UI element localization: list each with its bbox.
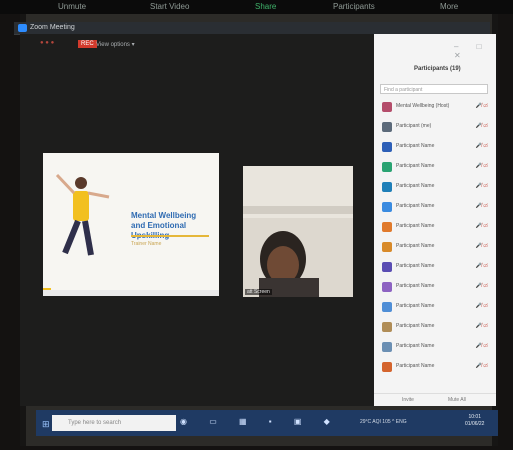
recording-badge[interactable]: REC	[78, 40, 97, 48]
top-label-4: Participants	[333, 2, 375, 11]
participant-mute-icon[interactable]: 🎤̸ ▭̸	[476, 363, 488, 369]
participant-avatar	[382, 362, 392, 372]
participant-name: Participant Name	[396, 283, 435, 289]
participant-name-label: att Screen	[245, 289, 272, 295]
participant-avatar	[382, 162, 392, 172]
participant-name: Participant (me)	[396, 123, 432, 129]
participant-row[interactable]: Participant Name 🎤̸ ▭̸	[380, 260, 490, 275]
participant-name: Participant Name	[396, 263, 435, 269]
participant-mute-icon[interactable]: 🎤̸ ▭̸	[476, 103, 488, 109]
top-label-5: More	[440, 2, 459, 11]
system-tray[interactable]: 29°C AQI 105 ^ ENG	[360, 419, 407, 425]
taskbar-clock: 10:01 01/06/22	[465, 414, 484, 428]
participants-title: Participants (19)	[414, 66, 461, 72]
slide-footer-bar	[43, 290, 219, 296]
participant-avatar	[382, 322, 392, 332]
participant-video-tile[interactable]: att Screen	[243, 166, 353, 297]
participant-name: Participant Name	[396, 243, 435, 249]
participant-mute-icon[interactable]: 🎤̸ ▭̸	[476, 323, 488, 329]
top-status-strip: Unmute Start Video Share Participants Mo…	[0, 0, 513, 14]
participant-row[interactable]: Participant Name 🎤̸ ▭̸	[380, 280, 490, 295]
taskbar-search-input[interactable]: Type here to search	[52, 415, 176, 431]
slide-subtitle: Trainer Name	[131, 241, 162, 247]
participant-row[interactable]: Participant (me) 🎤̸ ▭̸	[380, 120, 490, 135]
participant-mute-icon[interactable]: 🎤̸ ▭̸	[476, 343, 488, 349]
participant-row[interactable]: Participant Name 🎤̸ ▭̸	[380, 160, 490, 175]
participant-avatar	[382, 222, 392, 232]
taskbar-app-icons[interactable]: ◉ ▭ ▦ ▪ ▣ ◆	[180, 417, 340, 426]
shared-presentation-slide: Mental Wellbeing and Emotional Upskillin…	[43, 153, 219, 296]
participant-mute-icon[interactable]: 🎤̸ ▭̸	[476, 163, 488, 169]
participant-name: Participant Name	[396, 163, 435, 169]
participant-avatar	[382, 302, 392, 312]
participant-row[interactable]: Participant Name 🎤̸ ▭̸	[380, 200, 490, 215]
participant-row[interactable]: Participant Name 🎤̸ ▭̸	[380, 240, 490, 255]
participant-mute-icon[interactable]: 🎤̸ ▭̸	[476, 183, 488, 189]
participant-name: Participant Name	[396, 343, 435, 349]
participant-name: Participant Name	[396, 183, 435, 189]
participant-row[interactable]: Participant Name 🎤̸ ▭̸	[380, 180, 490, 195]
window-title: Zoom Meeting	[30, 24, 75, 31]
participant-name: Mental Wellbeing (Host)	[396, 103, 450, 109]
participant-mute-icon[interactable]: 🎤̸ ▭̸	[476, 123, 488, 129]
participant-avatar	[382, 142, 392, 152]
windows-start-icon[interactable]: ⊞	[42, 419, 50, 430]
participant-name: Participant Name	[396, 363, 435, 369]
participant-name: Participant Name	[396, 203, 435, 209]
participant-avatar	[382, 202, 392, 212]
participant-mute-icon[interactable]: 🎤̸ ▭̸	[476, 243, 488, 249]
participant-row[interactable]: Participant Name 🎤̸ ▭̸	[380, 220, 490, 235]
participant-row[interactable]: Mental Wellbeing (Host) 🎤̸ ▭̸	[380, 100, 490, 115]
participant-mute-icon[interactable]: 🎤̸ ▭̸	[476, 223, 488, 229]
top-label-3: Share	[255, 2, 277, 11]
participant-search-input[interactable]: Find a participant	[380, 84, 488, 94]
top-label-1: Unmute	[58, 2, 87, 11]
clock-date: 01/06/22	[465, 421, 485, 427]
mute-all-button[interactable]: Mute All	[448, 397, 466, 403]
participant-row[interactable]: Participant Name 🎤̸ ▭̸	[380, 300, 490, 315]
participant-row[interactable]: Participant Name 🎤̸ ▭̸	[380, 320, 490, 335]
top-label-2: Start Video	[150, 2, 190, 11]
participant-avatar	[382, 102, 392, 112]
participants-panel: – □ ✕ Participants (19) Find a participa…	[374, 34, 496, 406]
invite-button[interactable]: Invite	[402, 397, 414, 403]
participant-mute-icon[interactable]: 🎤̸ ▭̸	[476, 283, 488, 289]
participant-name: Participant Name	[396, 223, 435, 229]
participant-mute-icon[interactable]: 🎤̸ ▭̸	[476, 143, 488, 149]
participant-avatar	[382, 122, 392, 132]
participant-avatar	[382, 182, 392, 192]
slide-underline	[131, 235, 209, 237]
participants-footer: Invite Mute All	[374, 393, 496, 406]
participant-row[interactable]: Participant Name 🎤̸ ▭̸	[380, 360, 490, 375]
participant-avatar	[382, 342, 392, 352]
participant-name: Participant Name	[396, 323, 435, 329]
window-controls[interactable]: – □ ✕	[454, 42, 496, 60]
participant-name: Participant Name	[396, 143, 435, 149]
participant-name: Participant Name	[396, 303, 435, 309]
participant-avatar	[382, 242, 392, 252]
participant-avatar	[382, 282, 392, 292]
participant-avatar	[382, 262, 392, 272]
clock-time: 10:01	[468, 414, 481, 420]
zoom-app-icon	[18, 24, 27, 32]
participant-row[interactable]: Participant Name 🎤̸ ▭̸	[380, 140, 490, 155]
participant-row[interactable]: Participant Name 🎤̸ ▭̸	[380, 340, 490, 355]
participant-mute-icon[interactable]: 🎤̸ ▭̸	[476, 303, 488, 309]
participant-video-feed	[243, 166, 353, 297]
participant-mute-icon[interactable]: 🎤̸ ▭̸	[476, 203, 488, 209]
meeting-status-icons: ● ● ●	[40, 40, 55, 46]
participant-mute-icon[interactable]: 🎤̸ ▭̸	[476, 263, 488, 269]
view-options-button[interactable]: View options ▾	[96, 41, 135, 48]
